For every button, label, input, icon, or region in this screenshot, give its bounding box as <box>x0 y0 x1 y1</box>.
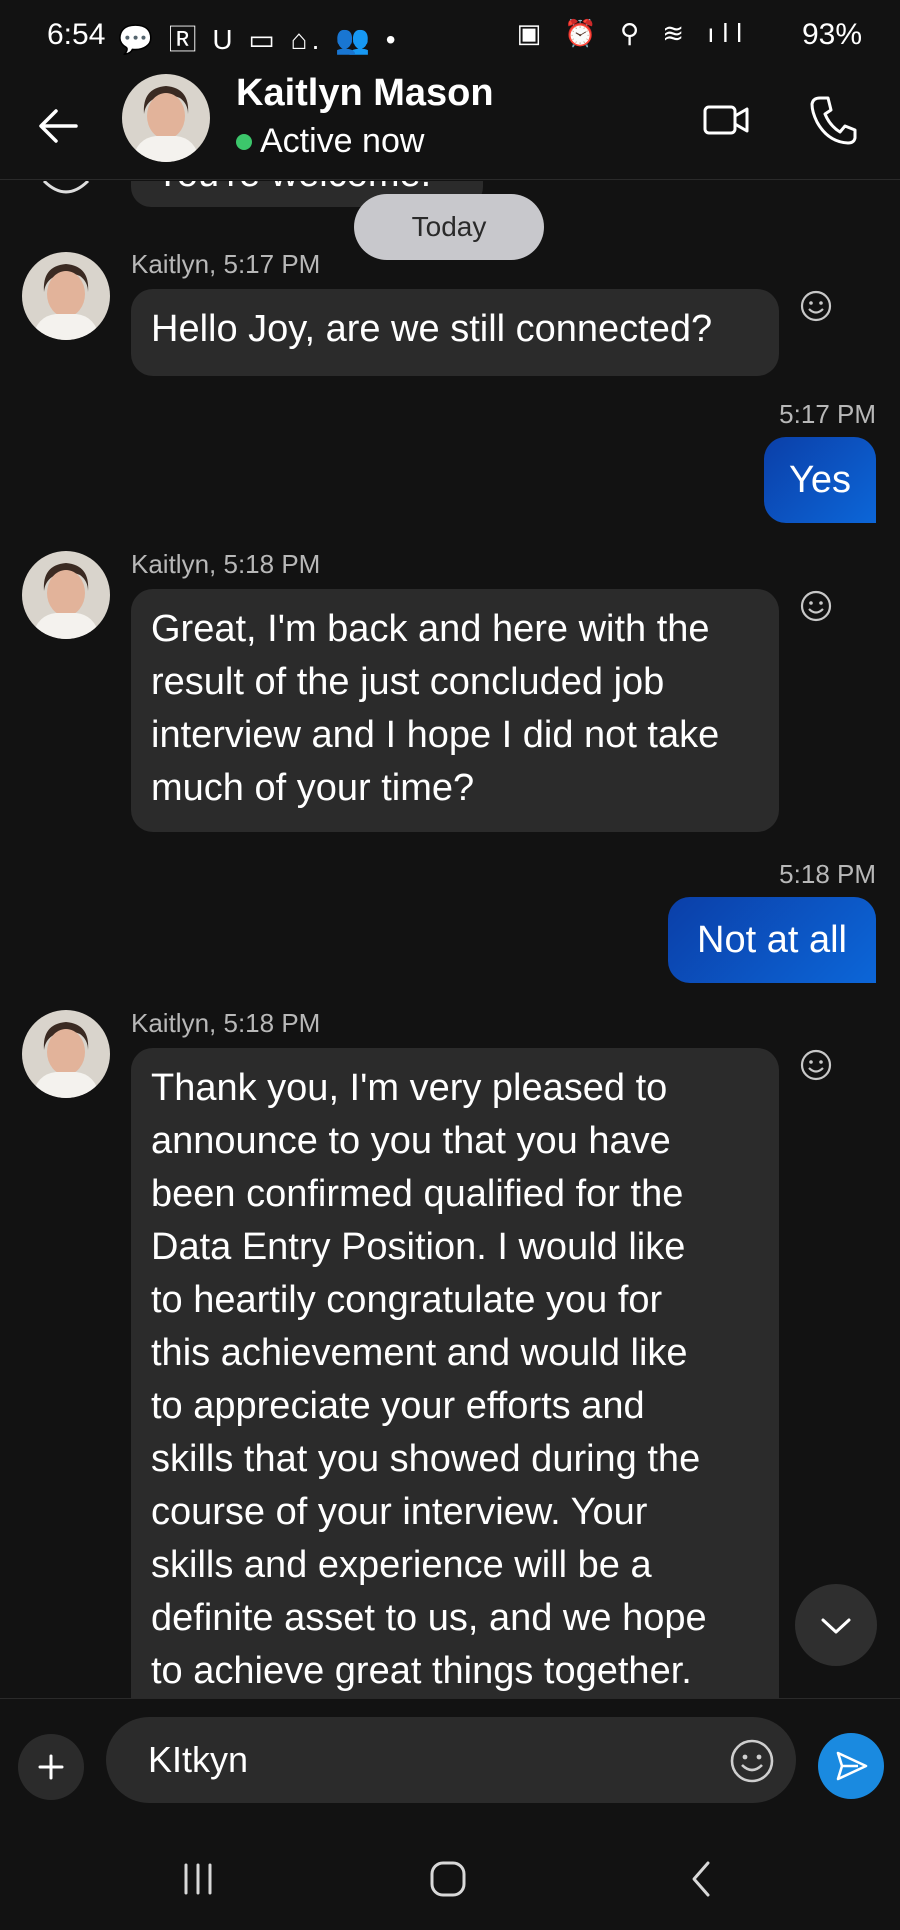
smiley-icon[interactable] <box>799 289 833 323</box>
message-line: Data Entry Position. I would like <box>151 1226 686 1268</box>
avatar[interactable] <box>22 252 110 340</box>
nav-back-icon[interactable] <box>686 1859 716 1899</box>
online-dot-icon <box>236 133 252 150</box>
system-status-icons: ▣ ⏰ ⚲ ≋ ıll <box>516 18 750 48</box>
plus-icon <box>38 1754 64 1780</box>
message-text: Not at all <box>697 918 847 961</box>
message-bubble-incoming[interactable]: Thank you, I'm very pleased to announce … <box>131 1048 779 1698</box>
video-camera-icon[interactable] <box>700 94 752 146</box>
message-line: skills that you showed during the <box>151 1438 701 1480</box>
avatar[interactable] <box>22 1010 110 1098</box>
presence-text: Active now <box>260 122 425 160</box>
message-line: interview and I hope I did not take <box>151 714 720 756</box>
message-meta: Kaitlyn, 5:18 PM <box>131 549 321 579</box>
send-button[interactable] <box>818 1733 884 1799</box>
message-timestamp: 5:18 PM <box>779 859 876 889</box>
message-bubble-incoming[interactable]: Hello Joy, are we still connected? <box>131 289 779 376</box>
phone-icon[interactable] <box>806 92 858 148</box>
message-line: to heartily congratulate you for <box>151 1279 663 1321</box>
battery-level: 93% <box>801 18 862 51</box>
message-bubble-outgoing[interactable]: Yes <box>764 437 876 523</box>
message-line: been confirmed qualified for the <box>151 1173 684 1215</box>
message-line: this achievement and would like <box>151 1332 688 1374</box>
message-line: to achieve great things together. <box>151 1650 692 1692</box>
message-text: Hello Joy, are we still connected? <box>151 308 713 350</box>
send-icon <box>836 1751 868 1781</box>
message-line: course of your interview. Your <box>151 1491 648 1533</box>
message-bubble-outgoing[interactable]: Not at all <box>668 897 876 983</box>
message-meta: Kaitlyn, 5:18 PM <box>131 1008 321 1038</box>
contact-name: Kaitlyn Mason <box>236 72 494 114</box>
smiley-icon[interactable] <box>799 1048 833 1082</box>
message-line: definite asset to us, and we hope <box>151 1597 707 1639</box>
message-line: announce to you that you have <box>151 1120 671 1162</box>
notification-icons: 💬 🅁 U ▭ ⌂. 👥 • <box>118 24 400 55</box>
chat-header: Kaitlyn Mason Active now <box>0 72 900 180</box>
message-list[interactable]: You're welcome. Today Kaitlyn, 5:17 PM H… <box>0 181 900 1698</box>
message-line: result of the just concluded job <box>151 661 665 703</box>
presence-status: Active now <box>236 122 424 161</box>
message-line: much of your time? <box>151 767 475 809</box>
emoji-icon[interactable] <box>728 1737 776 1785</box>
message-meta: Kaitlyn, 5:17 PM <box>131 249 321 279</box>
message-input[interactable]: KItkyn <box>106 1717 796 1803</box>
message-line: skills and experience will be a <box>151 1544 652 1586</box>
message-text: Yes <box>789 458 851 501</box>
home-icon[interactable] <box>428 1859 468 1899</box>
scroll-to-bottom-button[interactable] <box>795 1584 877 1666</box>
smiley-icon[interactable] <box>799 589 833 623</box>
message-line: Thank you, I'm very pleased to <box>151 1067 668 1109</box>
add-button[interactable] <box>18 1734 84 1800</box>
back-arrow-icon[interactable] <box>32 98 88 154</box>
message-line: Great, I'm back and here with the <box>151 608 710 650</box>
recent-apps-icon[interactable] <box>178 1861 218 1897</box>
chevron-down-icon <box>821 1618 851 1634</box>
message-composer: KItkyn <box>0 1698 900 1833</box>
status-bar: 6:54 💬 🅁 U ▭ ⌂. 👥 • ▣ ⏰ ⚲ ≋ ıll 93% <box>0 0 900 72</box>
date-separator: Today <box>354 194 544 260</box>
message-input-value: KItkyn <box>148 1739 249 1780</box>
avatar[interactable] <box>22 551 110 639</box>
avatar <box>22 181 110 197</box>
message-line: to appreciate your efforts and <box>151 1385 645 1427</box>
message-timestamp: 5:17 PM <box>779 399 876 429</box>
system-nav-bar <box>0 1833 900 1930</box>
status-time: 6:54 <box>47 18 106 51</box>
contact-avatar[interactable] <box>122 74 210 162</box>
message-bubble-incoming[interactable]: Great, I'm back and here with the result… <box>131 589 779 832</box>
